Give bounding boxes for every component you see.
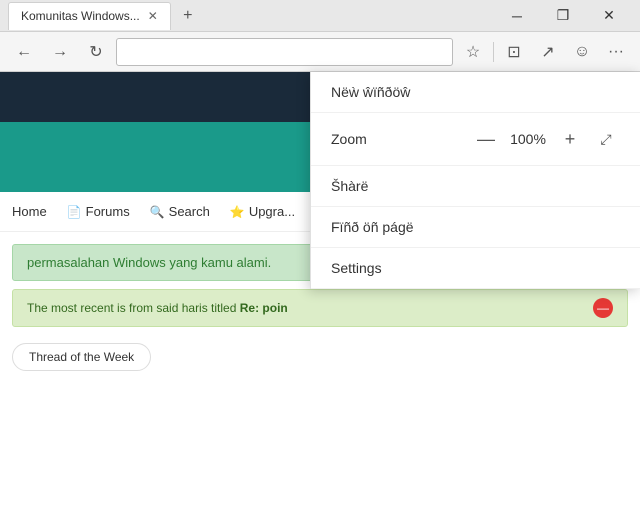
minimize-button[interactable]: ─ [494,0,540,32]
notification-text: The most recent is from said haris title… [27,301,288,315]
favorite-icon[interactable]: ☆ [457,36,489,68]
forward-button[interactable]: → [44,36,76,68]
menu-find[interactable]: Fïñð öñ págë [311,207,640,248]
back-button[interactable]: ← [8,36,40,68]
banner-text: permasalahan Windows yang kamu alami. [27,255,271,270]
toolbar-icons: ☆ ⊡ ↗ ☺ ··· [457,36,632,68]
tab-label: Komunitas Windows... [21,9,140,23]
menu-new-window[interactable]: Nëẁ ŵïñðöŵ [311,72,640,113]
more-button[interactable]: ··· [600,36,632,68]
zoom-plus-button[interactable]: + [556,125,584,153]
zoom-expand-button[interactable]: ⤢ [592,125,620,153]
nav-home[interactable]: Home [12,204,47,219]
search-label: Search [169,204,210,219]
search-icon: 🔍 [150,205,165,219]
refresh-button[interactable]: ↻ [80,36,112,68]
menu-share[interactable]: Šhàrë [311,166,640,207]
address-bar: ← → ↻ ☆ ⊡ ↗ ☺ ··· [0,32,640,72]
address-input[interactable] [116,38,453,66]
active-tab[interactable]: Komunitas Windows... ✕ [8,2,171,30]
menu-zoom: Zoom — 100% + ⤢ [311,113,640,166]
share-icon[interactable]: ↗ [532,36,564,68]
settings-label: Settings [331,260,382,276]
title-bar: Komunitas Windows... ✕ + ─ ❐ ✕ [0,0,640,32]
new-tab-button[interactable]: + [175,3,201,29]
close-window-button[interactable]: ✕ [586,0,632,32]
zoom-value: 100% [508,131,548,147]
nav-search[interactable]: 🔍 Search [150,204,210,219]
nav-forums[interactable]: 📄 Forums [67,204,130,219]
zoom-label: Zoom [331,131,472,147]
zoom-minus-button[interactable]: — [472,125,500,153]
maximize-button[interactable]: ❐ [540,0,586,32]
find-label: Fïñð öñ págë [331,219,414,235]
new-window-label: Nëẁ ŵïñðöŵ [331,84,410,100]
thread-badge[interactable]: Thread of the Week [12,343,151,371]
window-controls: ─ ❐ ✕ [494,0,632,32]
menu-settings[interactable]: Settings [311,248,640,289]
toolbar-divider [493,42,494,62]
tab-area: Komunitas Windows... ✕ + [8,2,494,30]
notification-close[interactable]: — [593,298,613,318]
pin-icon[interactable]: ⊡ [498,36,530,68]
dropdown-menu: Nëẁ ŵïñðöŵ Zoom — 100% + ⤢ Šhàrë Fïñð öñ… [310,72,640,289]
upgrade-icon: ⭐ [230,205,245,219]
content-area: Home 📄 Forums 🔍 Search ⭐ Upgra... permas… [0,72,640,508]
share-label: Šhàrë [331,178,368,194]
tab-close-button[interactable]: ✕ [148,9,158,23]
nav-upgrade[interactable]: ⭐ Upgra... [230,204,295,219]
thread-label: Thread of the Week [29,350,134,364]
notification-bar: The most recent is from said haris title… [12,289,628,327]
emoji-icon[interactable]: ☺ [566,36,598,68]
zoom-controls: — 100% + ⤢ [472,125,620,153]
forums-icon: 📄 [67,205,82,219]
